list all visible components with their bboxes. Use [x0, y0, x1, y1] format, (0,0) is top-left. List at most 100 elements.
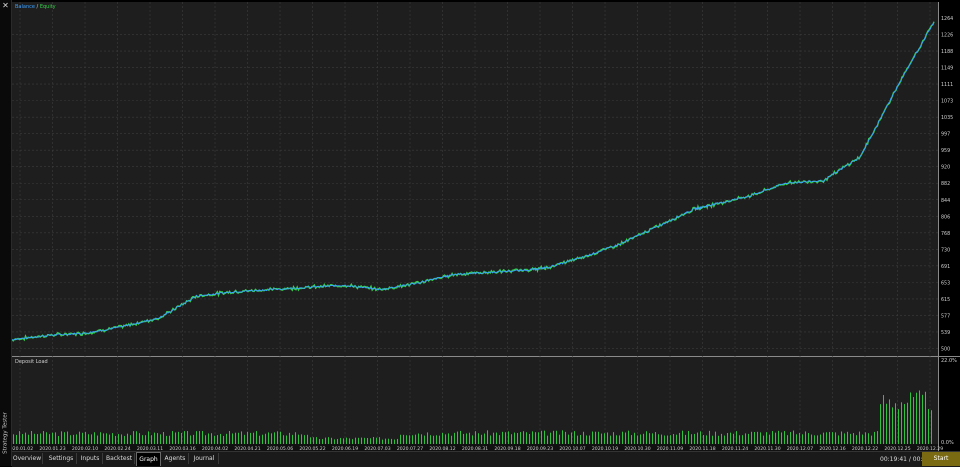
y-tick-label: 577	[941, 313, 950, 319]
load-bar	[727, 432, 728, 444]
load-bar	[478, 433, 479, 444]
tab-settings[interactable]: Settings	[46, 453, 77, 464]
load-bar	[328, 437, 329, 444]
load-bar	[499, 435, 500, 444]
y-tick-label: 500	[941, 346, 950, 352]
load-bar	[859, 431, 860, 444]
load-bar	[40, 433, 41, 444]
load-bar	[670, 435, 671, 444]
start-button[interactable]: Start	[922, 452, 960, 466]
load-bar	[256, 431, 257, 444]
load-bar	[280, 431, 281, 444]
load-bar	[16, 434, 17, 444]
load-bar	[751, 431, 752, 444]
balance-equity-chart: 1264 1226 1188 1149 1111 1073 1035 997 959 920 882…	[12, 2, 960, 356]
load-bar	[334, 439, 335, 444]
load-bar	[91, 434, 92, 444]
load-bar	[451, 435, 452, 444]
load-bar	[691, 434, 692, 444]
load-bar	[88, 434, 89, 444]
load-bar	[298, 434, 299, 444]
tab-backtest[interactable]: Backtest	[104, 453, 135, 464]
load-bar	[643, 433, 644, 444]
load-bar	[175, 432, 176, 444]
load-bar	[898, 409, 899, 444]
load-bar	[511, 434, 512, 444]
load-bar	[895, 403, 896, 444]
load-bar	[427, 432, 428, 444]
load-bar	[277, 431, 278, 444]
load-bar	[37, 434, 38, 444]
load-bar	[178, 431, 179, 444]
load-bar	[208, 433, 209, 444]
tab-overview[interactable]: Overview	[12, 453, 43, 464]
load-bar	[754, 431, 755, 444]
load-bar	[628, 430, 629, 444]
load-bar	[736, 431, 737, 444]
panel-title: Strategy Tester	[2, 412, 9, 454]
load-bar	[610, 435, 611, 444]
load-bar	[595, 431, 596, 444]
load-bar	[352, 439, 353, 444]
load-bar	[319, 439, 320, 444]
load-bar	[493, 432, 494, 444]
load-bar	[757, 431, 758, 444]
load-bar	[490, 435, 491, 444]
load-bar	[322, 439, 323, 444]
load-bar	[733, 433, 734, 444]
load-bar	[517, 433, 518, 444]
load-bar	[835, 432, 836, 444]
load-bar	[673, 433, 674, 444]
load-bar	[193, 434, 194, 444]
load-bar	[211, 433, 212, 444]
load-bar	[295, 432, 296, 444]
load-bar	[496, 432, 497, 444]
load-bar	[154, 432, 155, 444]
load-bar	[313, 437, 314, 444]
tab-graph[interactable]: Graph	[136, 452, 161, 466]
load-bar	[586, 435, 587, 444]
tab-journal[interactable]: Journal	[190, 453, 219, 464]
load-bar	[775, 432, 776, 444]
load-bar	[310, 437, 311, 444]
load-bar	[46, 432, 47, 444]
load-bar	[205, 435, 206, 444]
load-bar	[379, 437, 380, 444]
load-bar	[442, 432, 443, 444]
load-bar	[682, 430, 683, 444]
load-bar	[874, 431, 875, 444]
load-bar	[157, 433, 158, 444]
load-bar	[778, 430, 779, 444]
load-bar	[250, 432, 251, 444]
load-bar	[25, 432, 26, 444]
load-bar	[571, 432, 572, 444]
load-bar	[388, 438, 389, 444]
load-bar	[61, 431, 62, 444]
load-bar	[466, 433, 467, 444]
tab-inputs[interactable]: Inputs	[78, 453, 103, 464]
load-bar	[649, 433, 650, 444]
load-bar	[373, 436, 374, 444]
load-bar	[883, 395, 884, 444]
load-bar	[454, 432, 455, 444]
load-bar	[109, 434, 110, 444]
load-bar	[868, 433, 869, 444]
load-bar	[574, 431, 575, 444]
load-bar	[199, 431, 200, 444]
load-bar	[391, 438, 392, 444]
load-bar	[253, 432, 254, 444]
load-bar	[739, 435, 740, 444]
y-tick-label: 806	[941, 214, 950, 220]
load-bar	[580, 434, 581, 444]
load-bar	[553, 430, 554, 444]
load-bar	[376, 437, 377, 444]
load-bar	[448, 433, 449, 444]
close-icon[interactable]: ✕	[1, 1, 10, 10]
load-bar	[550, 432, 551, 444]
load-bar	[103, 433, 104, 444]
load-bar	[400, 434, 401, 444]
load-bar	[64, 432, 65, 444]
load-bar	[73, 434, 74, 444]
tab-agents[interactable]: Agents	[162, 453, 189, 464]
load-bar	[349, 438, 350, 444]
